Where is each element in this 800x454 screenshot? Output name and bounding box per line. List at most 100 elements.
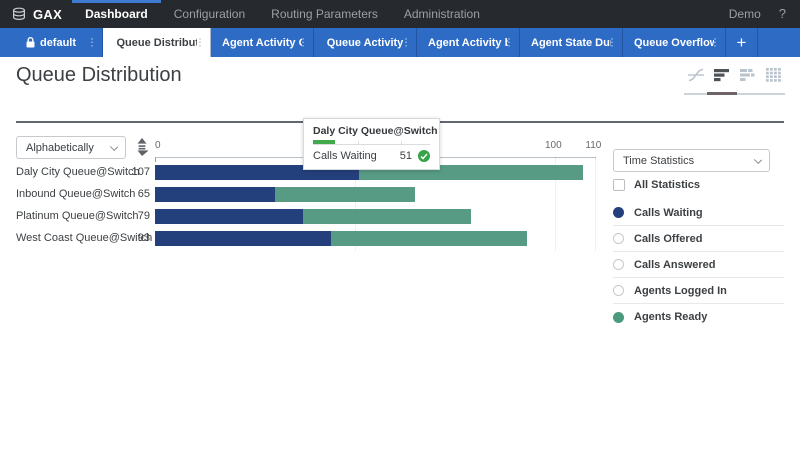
statistic-indicator-icon[interactable] — [613, 285, 624, 296]
dashboard-tab[interactable]: Queue Overflow Re... ⋮ — [623, 28, 726, 57]
brand-name: GAX — [33, 7, 62, 22]
tab-label: Queue Activity — [327, 37, 404, 49]
tooltip-stat-label: Calls Waiting — [313, 150, 400, 162]
chevron-down-icon — [754, 156, 762, 164]
queue-total: 65 — [123, 188, 150, 200]
queue-label: Platinum Queue@Switch — [16, 210, 123, 222]
stacked-bar — [155, 231, 527, 246]
statistics-legend: Calls Waiting Calls Offered Calls Answer… — [613, 200, 784, 330]
all-statistics-label: All Statistics — [634, 179, 700, 191]
topbar-spacer — [493, 0, 715, 28]
dashboard-tab[interactable]: Agent Activity Glob... ⋮ — [211, 28, 314, 57]
dashboard-tab[interactable]: Queue Activity ⋮ — [314, 28, 417, 57]
tooltip-title: Daly City Queue@Switch — [313, 125, 430, 137]
x-axis-tick-label: 100 — [545, 140, 562, 151]
bar-segment-agents-ready[interactable] — [303, 209, 471, 224]
chart-tooltip: Daly City Queue@Switch Calls Waiting 51 — [303, 118, 440, 170]
queue-label: West Coast Queue@Switch — [16, 232, 123, 244]
topbar-nav-item[interactable]: Administration — [391, 0, 493, 28]
statistic-toggle[interactable]: Calls Waiting — [613, 200, 784, 226]
chevron-down-icon — [110, 143, 118, 151]
queue-label: Daly City Queue@Switch — [16, 166, 123, 178]
line-chart-icon[interactable] — [688, 68, 704, 82]
dashboard-tab[interactable]: Agent Activity by B... ⋮ — [417, 28, 520, 57]
topbar-nav-item[interactable]: Configuration — [161, 0, 258, 28]
queue-total: 79 — [123, 210, 150, 222]
time-statistics-value: Time Statistics — [623, 155, 694, 167]
statistic-label: Agents Ready — [634, 311, 707, 323]
tab-label: Queue Overflow Re... — [634, 37, 714, 49]
dashboard-tab-bar: default ⋮ Queue Distribution ⋮ Agent Act… — [0, 28, 800, 57]
queue-total: 93 — [123, 232, 150, 244]
statistic-toggle[interactable]: Calls Offered — [613, 226, 784, 252]
stacked-bar — [155, 209, 471, 224]
x-axis-tick-label: 0 — [155, 140, 161, 151]
time-statistics-select[interactable]: Time Statistics — [613, 149, 770, 172]
brand: GAX — [0, 0, 72, 28]
main-content: Queue Distribution Alphabetically 0 100 11… — [0, 57, 800, 454]
top-nav: DashboardConfigurationRouting Parameters… — [72, 0, 493, 28]
bar-chart: Daly City Queue@Switch 107 Inbound Queue… — [16, 161, 596, 249]
lock-icon — [26, 37, 35, 48]
statistic-label: Agents Logged In — [634, 285, 727, 297]
tab-menu-icon[interactable]: ⋮ — [504, 37, 514, 48]
topbar-nav-item[interactable]: Dashboard — [72, 0, 161, 28]
tab-menu-icon[interactable]: ⋮ — [401, 37, 411, 48]
tooltip-mini-bar — [313, 141, 430, 145]
chart-type-switcher — [688, 68, 782, 82]
tab-menu-icon[interactable]: ⋮ — [710, 37, 720, 48]
x-axis-tick-label: 110 — [585, 140, 601, 151]
topbar-nav-item[interactable]: Routing Parameters — [258, 0, 391, 28]
stacked-bar — [155, 187, 415, 202]
bar-segment-calls-waiting[interactable] — [155, 231, 331, 246]
statistic-toggle[interactable]: Agents Logged In — [613, 278, 784, 304]
chart-row: West Coast Queue@Switch 93 — [16, 227, 596, 249]
statistic-toggle[interactable]: Calls Answered — [613, 252, 784, 278]
check-circle-icon — [418, 150, 430, 162]
tab-menu-icon[interactable]: ⋮ — [607, 37, 617, 48]
add-tab-button[interactable]: + — [726, 28, 758, 57]
chart-type-active-underline — [684, 93, 785, 95]
tooltip-stat-value: 51 — [400, 150, 412, 162]
page-title: Queue Distribution — [16, 64, 182, 87]
tab-menu-icon[interactable]: ⋮ — [298, 37, 308, 48]
help-button[interactable]: ? — [775, 0, 800, 28]
statistic-indicator-icon[interactable] — [613, 207, 624, 218]
dashboard-tab[interactable]: Agent State Duratio... ⋮ — [520, 28, 623, 57]
sort-select-value: Alphabetically — [26, 142, 94, 154]
statistic-label: Calls Offered — [634, 233, 702, 245]
grid-view-icon[interactable] — [766, 68, 782, 82]
sort-select[interactable]: Alphabetically — [16, 136, 126, 159]
stacked-chart-icon[interactable] — [740, 68, 756, 82]
tab-label: Agent Activity Glob... — [222, 37, 302, 49]
statistic-indicator-icon[interactable] — [613, 312, 624, 323]
statistic-indicator-icon[interactable] — [613, 259, 624, 270]
tab-label: Agent Activity by B... — [428, 37, 508, 49]
top-app-bar: GAX DashboardConfigurationRouting Parame… — [0, 0, 800, 28]
user-menu[interactable]: Demo — [715, 0, 775, 28]
bar-chart-icon[interactable] — [714, 68, 730, 82]
statistic-toggle[interactable]: Agents Ready — [613, 304, 784, 330]
bar-segment-calls-waiting[interactable] — [155, 209, 303, 224]
statistic-label: Calls Waiting — [634, 207, 703, 219]
tab-label: default — [40, 37, 76, 49]
tab-menu-icon[interactable]: ⋮ — [195, 37, 205, 48]
dashboard-tab[interactable]: default ⋮ — [0, 28, 103, 57]
sort-direction-icon[interactable] — [136, 138, 148, 156]
bar-segment-calls-waiting[interactable] — [155, 187, 275, 202]
all-statistics-checkbox[interactable] — [613, 179, 625, 191]
chart-row: Inbound Queue@Switch 65 — [16, 183, 596, 205]
bar-segment-agents-ready[interactable] — [275, 187, 415, 202]
dashboard-tab[interactable]: Queue Distribution ⋮ — [103, 28, 211, 57]
statistic-indicator-icon[interactable] — [613, 233, 624, 244]
statistic-label: Calls Answered — [634, 259, 716, 271]
chart-row: Platinum Queue@Switch 79 — [16, 205, 596, 227]
bar-segment-agents-ready[interactable] — [331, 231, 527, 246]
queue-total: 107 — [123, 166, 150, 178]
tab-label: Queue Distribution — [117, 37, 197, 49]
tab-label: Agent State Duratio... — [531, 37, 611, 49]
all-statistics-toggle[interactable]: All Statistics — [613, 179, 700, 191]
tab-menu-icon[interactable]: ⋮ — [87, 37, 97, 48]
gax-logo-icon — [12, 7, 26, 21]
queue-label: Inbound Queue@Switch — [16, 188, 123, 200]
